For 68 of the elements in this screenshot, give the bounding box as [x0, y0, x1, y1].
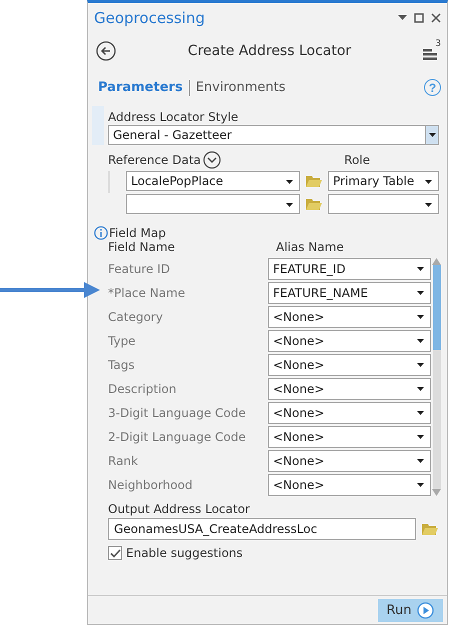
field-name: Neighborhood [108, 478, 194, 492]
caret-icon [425, 203, 432, 207]
caret-icon [417, 315, 424, 319]
folder-icon[interactable] [422, 522, 438, 536]
info-icon[interactable] [94, 226, 108, 240]
column-header: Field Name [108, 240, 176, 254]
tool-title: Create Address Locator [186, 43, 352, 59]
field-label: Reference Data [108, 153, 201, 167]
dropdown-icon[interactable] [398, 15, 407, 21]
field-label: Output Address Locator [107, 501, 251, 516]
caret-icon [417, 387, 424, 391]
alias-dropdown[interactable]: <None> [268, 450, 431, 472]
style-dropdown[interactable]: General - Gazetteer [108, 125, 439, 145]
field-label: Role [344, 153, 370, 167]
scrollbar[interactable] [432, 258, 441, 496]
checkbox[interactable] [108, 546, 122, 560]
field-label: Address Locator Style [108, 110, 240, 124]
close-icon[interactable] [431, 13, 441, 23]
alias-dropdown[interactable]: <None> [268, 330, 431, 352]
folder-icon[interactable] [306, 198, 322, 210]
caret-icon [417, 435, 424, 439]
alias-dropdown[interactable]: <None> [268, 426, 431, 448]
folder-icon[interactable] [306, 174, 322, 188]
alias-dropdown[interactable]: FEATURE_ID [268, 258, 431, 280]
alias-dropdown[interactable]: <None> [268, 354, 431, 376]
reference-dropdown[interactable]: LocalePopPlace [126, 171, 300, 191]
field-name: Rank [108, 454, 139, 468]
field-name: Tags [108, 358, 136, 372]
role-dropdown[interactable] [328, 194, 439, 214]
field-name: 3-Digit Language Code [108, 406, 247, 420]
play-icon [417, 602, 434, 618]
menu-icon[interactable] [423, 47, 437, 61]
output-field[interactable]: GeonamesUSA_CreateAddressLoc [108, 518, 416, 540]
caret-icon [428, 133, 436, 137]
section-title: Field Map [109, 226, 166, 240]
alias-dropdown[interactable]: <None> [268, 402, 431, 424]
column-header: Alias Name [276, 240, 344, 254]
caret-icon [417, 291, 424, 295]
alias-dropdown[interactable]: <None> [268, 378, 431, 400]
caret-icon [425, 180, 432, 184]
expand-icon[interactable] [202, 151, 221, 169]
field-name: Type [108, 334, 137, 348]
pane-title: Geoprocessing [94, 9, 205, 27]
field-name: Description [108, 382, 178, 396]
role-dropdown[interactable]: Primary Table [328, 171, 439, 191]
caret-icon [417, 459, 424, 463]
reference-dropdown[interactable] [126, 194, 300, 214]
caret-icon [417, 411, 424, 415]
field-name: Category [108, 310, 164, 324]
tab[interactable]: Parameters [98, 80, 183, 95]
alias-dropdown[interactable]: FEATURE_NAME [268, 282, 431, 304]
alias-dropdown[interactable]: <None> [268, 474, 431, 496]
caret-icon [286, 203, 293, 207]
maximize-icon[interactable] [414, 13, 424, 23]
menu-count: 3 [435, 39, 441, 49]
checkbox-label: Enable suggestions [126, 546, 243, 560]
field-name: 2-Digit Language Code [108, 430, 247, 444]
field-name: Feature ID [108, 262, 171, 276]
caret-icon [286, 180, 293, 184]
caret-icon [417, 483, 424, 487]
alias-dropdown[interactable]: <None> [268, 306, 431, 328]
field-name: *Place Name [108, 286, 186, 300]
tab[interactable]: Environments [196, 80, 286, 95]
caret-icon [417, 363, 424, 367]
run-button[interactable]: Run [378, 598, 443, 622]
caret-icon [417, 339, 424, 343]
caret-icon [417, 267, 424, 271]
back-icon[interactable] [96, 41, 116, 61]
